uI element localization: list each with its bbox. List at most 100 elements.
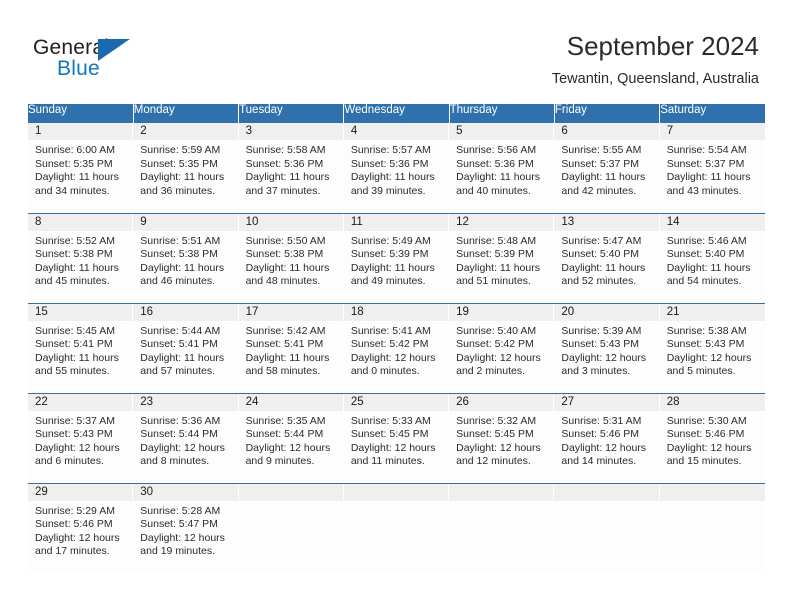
sunset-time: Sunset: 5:35 PM xyxy=(140,157,218,170)
day-details: Sunrise: 5:56 AM Sunset: 5:36 PM Daylight:… xyxy=(449,140,554,198)
calendar-day-cell[interactable]: 16 Sunrise: 5:44 AM Sunset: 5:41 PM Dayligh… xyxy=(133,302,239,393)
calendar-day-cell[interactable]: 18 Sunrise: 5:41 AM Sunset: 5:42 PM Dayligh… xyxy=(343,302,450,393)
sunrise-time: Sunrise: 5:31 AM xyxy=(561,414,642,427)
weekday-header-saturday: Saturday xyxy=(659,104,765,123)
weekday-header-tuesday: Tuesday xyxy=(238,104,345,123)
daylight-duration-line-1: Daylight: 11 hours xyxy=(140,261,225,274)
calendar-day-cell[interactable]: 8 Sunrise: 5:52 AM Sunset: 5:38 PM Daylight… xyxy=(28,212,134,303)
sunrise-time: Sunrise: 5:38 AM xyxy=(666,324,747,337)
sunset-time: Sunset: 5:44 PM xyxy=(245,428,324,441)
day-number: 24 xyxy=(238,393,344,411)
daylight-duration-line-2: and 12 minutes. xyxy=(456,455,531,468)
day-number: 7 xyxy=(659,123,765,140)
calendar-day-cell[interactable]: 24 Sunrise: 5:35 AM Sunset: 5:44 PM Dayligh… xyxy=(238,392,344,483)
calendar-day-cell[interactable]: 14 Sunrise: 5:46 AM Sunset: 5:40 PM Dayligh… xyxy=(659,212,765,303)
calendar-day-cell[interactable]: 25 Sunrise: 5:33 AM Sunset: 5:45 PM Dayligh… xyxy=(343,392,450,483)
daylight-duration-line-1: Daylight: 11 hours xyxy=(350,171,435,184)
sunrise-time: Sunrise: 5:40 AM xyxy=(456,324,537,337)
daylight-duration-line-2: and 57 minutes. xyxy=(140,365,215,378)
calendar-day-cell[interactable]: 3 Sunrise: 5:58 AM Sunset: 5:36 PM Daylight… xyxy=(238,123,344,213)
day-details xyxy=(239,501,344,505)
day-details: Sunrise: 5:57 AM Sunset: 5:36 PM Daylight:… xyxy=(344,140,449,198)
sunrise-time: Sunrise: 5:50 AM xyxy=(245,234,326,247)
sunset-time: Sunset: 5:39 PM xyxy=(456,248,534,261)
day-details: Sunrise: 5:50 AM Sunset: 5:38 PM Daylight:… xyxy=(239,231,344,289)
daylight-duration-line-2: and 5 minutes. xyxy=(666,365,736,378)
sunset-time: Sunset: 5:38 PM xyxy=(245,248,324,261)
calendar-day-cell[interactable]: 2 Sunrise: 5:59 AM Sunset: 5:35 PM Daylight… xyxy=(133,123,239,213)
calendar-day-cell[interactable]: 7 Sunrise: 5:54 AM Sunset: 5:37 PM Daylight… xyxy=(659,123,765,213)
calendar-day-cell[interactable]: 28 Sunrise: 5:30 AM Sunset: 5:46 PM Dayligh… xyxy=(659,392,765,483)
daylight-duration-line-1: Daylight: 11 hours xyxy=(666,171,751,184)
day-details: Sunrise: 5:48 AM Sunset: 5:39 PM Daylight:… xyxy=(449,231,554,289)
daylight-duration-line-1: Daylight: 11 hours xyxy=(35,171,119,184)
sunrise-time: Sunrise: 5:52 AM xyxy=(35,234,115,247)
calendar-day-cell[interactable]: 13 Sunrise: 5:47 AM Sunset: 5:40 PM Dayligh… xyxy=(554,212,660,303)
day-details xyxy=(660,501,765,505)
sunrise-time: Sunrise: 5:29 AM xyxy=(35,504,115,517)
calendar-day-cell[interactable]: 30 Sunrise: 5:28 AM Sunset: 5:47 PM Dayligh… xyxy=(133,482,239,573)
title-block: September 2024 Tewantin, Queensland, Aus… xyxy=(552,30,759,88)
day-number: 30 xyxy=(133,483,239,501)
sunrise-sunset-calendar: Sunday Monday Tuesday Wednesday Thursday… xyxy=(28,104,765,573)
day-details xyxy=(554,501,659,505)
daylight-duration-line-1: Daylight: 11 hours xyxy=(245,261,330,274)
daylight-duration-line-2: and 6 minutes. xyxy=(35,455,104,468)
calendar-day-cell[interactable]: 17 Sunrise: 5:42 AM Sunset: 5:41 PM Dayligh… xyxy=(238,302,344,393)
sunset-time: Sunset: 5:43 PM xyxy=(35,428,113,441)
page-header: General Blue September 2024 Tewantin, Qu… xyxy=(0,0,792,100)
daylight-duration-line-1: Daylight: 12 hours xyxy=(350,441,436,454)
daylight-duration-line-1: Daylight: 11 hours xyxy=(245,351,330,364)
calendar-day-cell[interactable]: 9 Sunrise: 5:51 AM Sunset: 5:38 PM Daylight… xyxy=(133,212,239,303)
calendar-day-cell[interactable]: 15 Sunrise: 5:45 AM Sunset: 5:41 PM Dayligh… xyxy=(28,302,134,393)
day-number xyxy=(238,483,344,501)
day-details xyxy=(449,501,554,505)
calendar-day-cell[interactable]: 1 Sunrise: 6:00 AM Sunset: 5:35 PM Daylight… xyxy=(28,123,134,213)
calendar-day-cell[interactable]: 22 Sunrise: 5:37 AM Sunset: 5:43 PM Dayligh… xyxy=(28,392,134,483)
general-blue-logo: General Blue xyxy=(33,36,153,84)
calendar-day-cell[interactable]: 23 Sunrise: 5:36 AM Sunset: 5:44 PM Dayligh… xyxy=(133,392,239,483)
calendar-day-cell[interactable]: 27 Sunrise: 5:31 AM Sunset: 5:46 PM Dayligh… xyxy=(554,392,660,483)
calendar-day-cell[interactable]: 10 Sunrise: 5:50 AM Sunset: 5:38 PM Dayligh… xyxy=(238,212,344,303)
day-number: 25 xyxy=(343,393,450,411)
sunrise-time: Sunrise: 5:37 AM xyxy=(35,414,115,427)
daylight-duration-line-2: and 51 minutes. xyxy=(456,275,531,288)
daylight-duration-line-1: Daylight: 11 hours xyxy=(666,261,751,274)
calendar-week-row: 15 Sunrise: 5:45 AM Sunset: 5:41 PM Dayligh… xyxy=(28,302,765,393)
sunrise-time: Sunrise: 5:58 AM xyxy=(245,144,326,156)
calendar-day-cell[interactable]: 21 Sunrise: 5:38 AM Sunset: 5:43 PM Dayligh… xyxy=(659,302,765,393)
day-details: Sunrise: 5:30 AM Sunset: 5:46 PM Daylight:… xyxy=(660,411,765,469)
weekday-header-thursday: Thursday xyxy=(449,104,555,123)
daylight-duration-line-2: and 11 minutes. xyxy=(350,455,425,468)
calendar-day-cell[interactable]: 12 Sunrise: 5:48 AM Sunset: 5:39 PM Dayligh… xyxy=(449,212,555,303)
day-details: Sunrise: 5:38 AM Sunset: 5:43 PM Daylight:… xyxy=(660,321,765,379)
sunset-time: Sunset: 5:36 PM xyxy=(456,157,534,170)
calendar-day-cell[interactable]: 5 Sunrise: 5:56 AM Sunset: 5:36 PM Daylight… xyxy=(449,123,555,213)
daylight-duration-line-1: Daylight: 11 hours xyxy=(456,171,540,184)
day-number: 10 xyxy=(238,213,344,231)
calendar-day-cell[interactable]: 4 Sunrise: 5:57 AM Sunset: 5:36 PM Daylight… xyxy=(343,123,450,213)
day-number: 16 xyxy=(133,303,239,321)
day-number: 15 xyxy=(28,303,134,321)
sunrise-time: Sunrise: 5:45 AM xyxy=(35,324,115,337)
daylight-duration-line-1: Daylight: 12 hours xyxy=(350,351,436,364)
day-details: Sunrise: 5:52 AM Sunset: 5:38 PM Daylight:… xyxy=(28,231,133,289)
daylight-duration-line-2: and 2 minutes. xyxy=(456,365,526,378)
daylight-duration-line-1: Daylight: 11 hours xyxy=(245,171,330,184)
sunset-time: Sunset: 5:39 PM xyxy=(350,248,429,261)
calendar-day-cell-empty xyxy=(343,482,450,573)
day-number: 4 xyxy=(343,123,450,140)
daylight-duration-line-2: and 40 minutes. xyxy=(456,184,531,197)
calendar-page: General Blue September 2024 Tewantin, Qu… xyxy=(0,0,792,612)
calendar-day-cell[interactable]: 29 Sunrise: 5:29 AM Sunset: 5:46 PM Dayligh… xyxy=(28,482,134,573)
daylight-duration-line-1: Daylight: 11 hours xyxy=(456,261,540,274)
day-number: 9 xyxy=(133,213,239,231)
calendar-day-cell[interactable]: 11 Sunrise: 5:49 AM Sunset: 5:39 PM Dayligh… xyxy=(343,212,450,303)
calendar-day-cell[interactable]: 19 Sunrise: 5:40 AM Sunset: 5:42 PM Dayligh… xyxy=(449,302,555,393)
calendar-day-cell[interactable]: 20 Sunrise: 5:39 AM Sunset: 5:43 PM Dayligh… xyxy=(554,302,660,393)
sunset-time: Sunset: 5:42 PM xyxy=(456,338,534,351)
calendar-day-cell[interactable]: 26 Sunrise: 5:32 AM Sunset: 5:45 PM Dayligh… xyxy=(449,392,555,483)
calendar-day-cell[interactable]: 6 Sunrise: 5:55 AM Sunset: 5:37 PM Daylight… xyxy=(554,123,660,213)
calendar-day-cell-empty xyxy=(554,482,660,573)
day-number xyxy=(659,483,765,501)
